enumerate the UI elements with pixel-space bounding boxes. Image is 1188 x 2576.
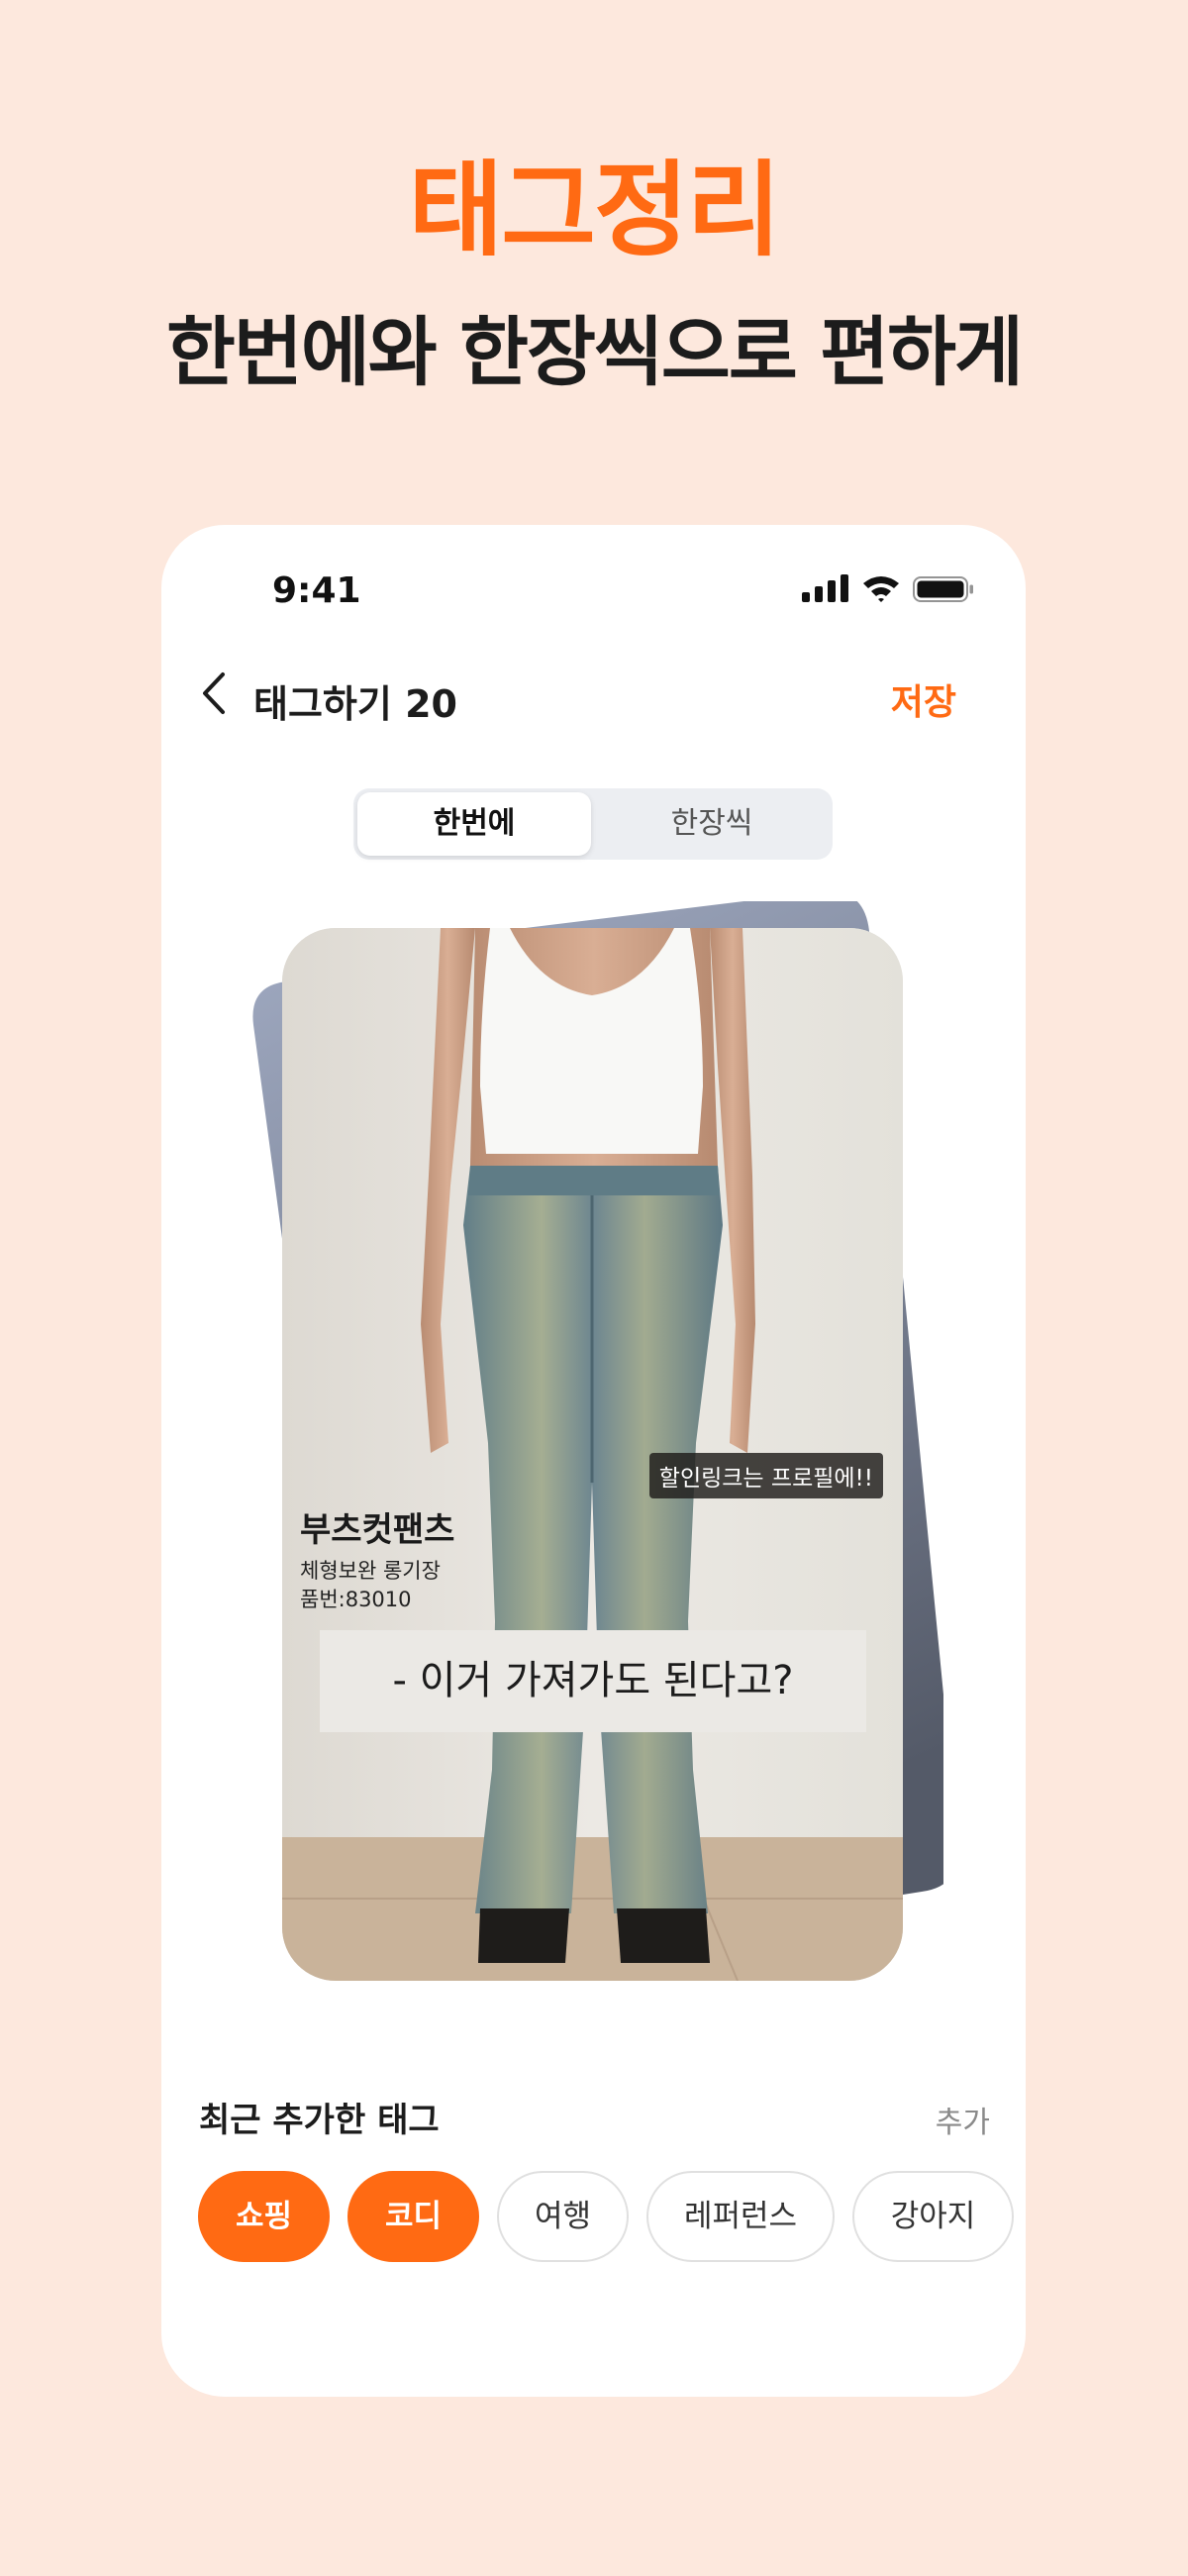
recent-tags-title: 최근 추가한 태그: [199, 2101, 440, 2140]
phone-screen: 9:41 태그하기 20 저장 한번에 한장씩 할인링크는 프로필에!! 부츠컷…: [161, 525, 1026, 2397]
page-title: 태그하기 20: [253, 682, 457, 726]
signal-icon: [802, 574, 848, 602]
product-name: 부츠컷팬츠: [300, 1510, 455, 1550]
segment-all-at-once[interactable]: 한번에: [357, 792, 591, 856]
save-button[interactable]: 저장: [891, 673, 956, 725]
tag-chip-puppy[interactable]: 강아지: [852, 2171, 1014, 2262]
tag-chip-reference[interactable]: 레퍼런스: [646, 2171, 835, 2262]
photo-card[interactable]: 할인링크는 프로필에!! 부츠컷팬츠 체형보완 롱기장 품번:83010 - 이…: [282, 928, 903, 1981]
segment-one-by-one[interactable]: 한장씩: [595, 792, 829, 856]
back-chevron-icon[interactable]: [195, 670, 235, 716]
product-description: 체형보완 롱기장: [300, 1559, 441, 1583]
caption-box: - 이거 가져가도 된다고?: [320, 1630, 866, 1732]
tag-chip-shopping[interactable]: 쇼핑: [198, 2171, 330, 2262]
promo-label: 할인링크는 프로필에!!: [648, 1453, 883, 1498]
headline: 태그정리: [408, 150, 782, 270]
tag-chip-travel[interactable]: 여행: [497, 2171, 629, 2262]
tag-chip-coordi[interactable]: 코디: [347, 2171, 479, 2262]
product-code: 품번:83010: [300, 1588, 412, 1611]
add-tag-button[interactable]: 추가: [936, 2098, 990, 2141]
status-time: 9:41: [272, 570, 361, 611]
wifi-icon: [863, 576, 899, 602]
mode-segmented-control: 한번에 한장씩: [353, 788, 833, 860]
subheadline: 한번에와 한장씩으로 편하게: [166, 308, 1024, 396]
battery-icon: [913, 576, 973, 602]
